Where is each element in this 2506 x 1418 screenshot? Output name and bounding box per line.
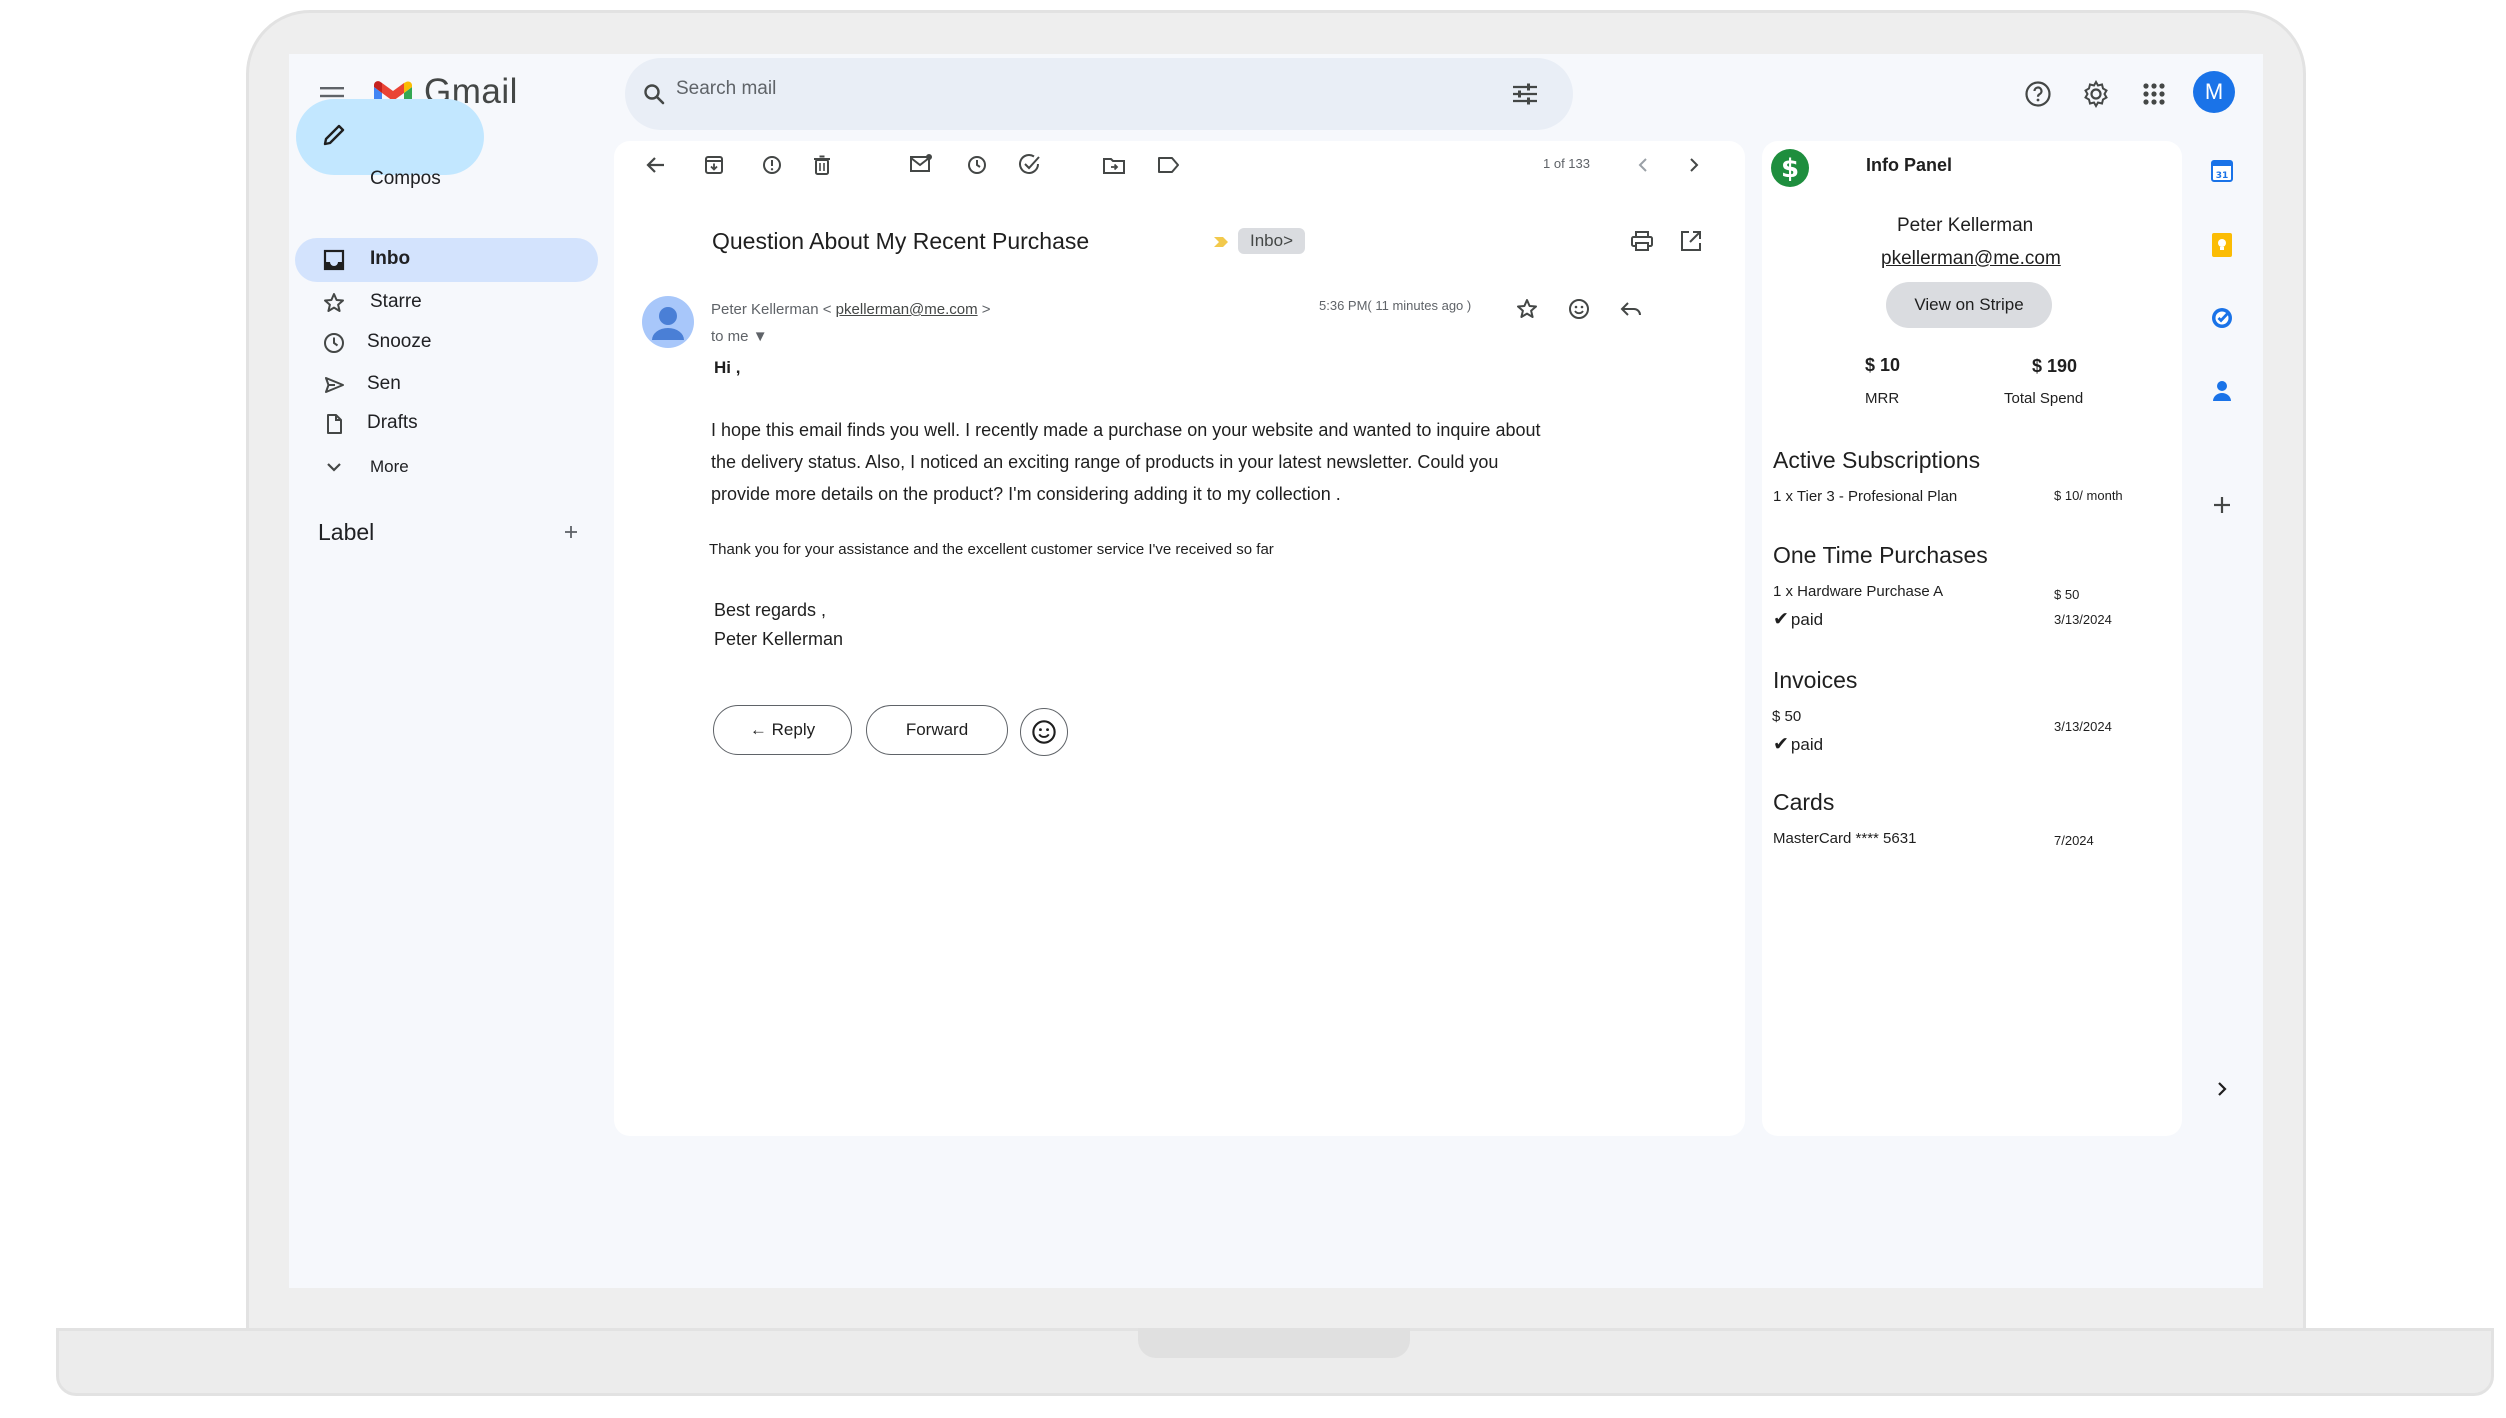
- chevron-right-icon[interactable]: [1682, 152, 1706, 178]
- sender-line: Peter Kellerman < pkellerman@me.com >: [711, 301, 991, 318]
- calendar-app-icon[interactable]: 31: [2207, 156, 2237, 186]
- recipients-label: to me: [711, 328, 749, 345]
- sidebar-item-more[interactable]: More: [370, 457, 409, 477]
- forward-button[interactable]: Forward: [866, 705, 1008, 755]
- view-on-stripe-button[interactable]: View on Stripe: [1886, 282, 2052, 328]
- invoice-amount: $ 50: [1772, 708, 1802, 725]
- back-arrow-icon[interactable]: [643, 152, 669, 178]
- sender-email[interactable]: pkellerman@me.com: [836, 301, 978, 318]
- draft-icon: [321, 411, 347, 437]
- tasks-app-icon[interactable]: [2207, 303, 2237, 333]
- subscription-price: $ 10/ month: [2054, 488, 2123, 503]
- caret-down-icon[interactable]: ▼: [753, 328, 768, 345]
- move-to-folder-icon[interactable]: [1101, 152, 1127, 178]
- active-subscriptions-heading: Active Subscriptions: [1773, 447, 1981, 473]
- email-paragraph-line-3: provide more details on the product? I'm…: [711, 484, 1341, 504]
- customer-name: Peter Kellerman: [1897, 215, 2034, 236]
- help-icon[interactable]: [2022, 78, 2054, 110]
- keep-app-icon[interactable]: [2207, 230, 2237, 260]
- svg-text:31: 31: [2216, 171, 2229, 181]
- subscription-item: 1 x Tier 3 - Profesional Plan: [1773, 488, 1958, 505]
- invoice-status: ✔ paid: [1773, 733, 1823, 756]
- star-message-icon[interactable]: [1514, 296, 1540, 322]
- sender-name: Peter Kellerman: [711, 301, 819, 318]
- reply-arrow-icon[interactable]: [1618, 296, 1644, 322]
- purchase-date: 3/13/2024: [2054, 612, 2112, 627]
- total-spend-value: $ 190: [2032, 356, 2078, 376]
- delete-trash-icon[interactable]: [809, 152, 835, 178]
- sender-avatar: [641, 295, 695, 349]
- search-options-icon[interactable]: [1509, 79, 1541, 109]
- purchase-item: 1 x Hardware Purchase A: [1773, 583, 1944, 600]
- pagination-count: 1 of 133: [1543, 156, 1590, 171]
- email-paragraph-line-1: I hope this email finds you well. I rece…: [711, 420, 1541, 440]
- checkmark-icon: ✔: [1773, 734, 1789, 755]
- cards-heading: Cards: [1773, 789, 1835, 815]
- laptop-notch: [1138, 1328, 1410, 1358]
- svg-text:$: $: [1781, 154, 1799, 184]
- sidebar-item-sent[interactable]: Sen: [367, 373, 401, 395]
- chevron-down-icon: [321, 454, 347, 480]
- invoice-status-label: paid: [1790, 735, 1824, 754]
- card-expiry: 7/2024: [2054, 833, 2094, 848]
- emoji-reaction-button[interactable]: [1020, 708, 1068, 756]
- recipients-line[interactable]: to me ▼: [711, 328, 768, 345]
- one-time-purchases-heading: One Time Purchases: [1773, 542, 1988, 568]
- reply-button[interactable]: ← Reply: [713, 705, 852, 755]
- clock-icon: [321, 330, 347, 356]
- customer-email[interactable]: pkellerman@me.com: [1881, 248, 2061, 270]
- purchase-status: ✔ paid: [1773, 608, 1823, 631]
- inbox-icon: [321, 247, 347, 273]
- screen: Gmail Search mail M Compos Inbo Starre S…: [289, 54, 2263, 1288]
- email-subject: Question About My Recent Purchase: [712, 228, 1090, 254]
- account-avatar[interactable]: M: [2193, 71, 2235, 113]
- mrr-value: $ 10: [1865, 355, 1901, 375]
- report-spam-icon[interactable]: [759, 152, 785, 178]
- search-input[interactable]: Search mail: [676, 78, 776, 100]
- plus-icon[interactable]: [561, 522, 581, 542]
- send-icon: [321, 372, 347, 398]
- archive-icon[interactable]: [701, 152, 727, 178]
- email-thanks-line: Thank you for your assistance and the ex…: [709, 541, 1274, 558]
- labels-heading: Label: [318, 519, 375, 545]
- email-timestamp: 5:36 PM( 11 minutes ago ): [1319, 298, 1472, 313]
- purchase-status-label: paid: [1790, 610, 1824, 629]
- invoices-heading: Invoices: [1773, 667, 1858, 693]
- stripe-dollar-icon: $: [1770, 148, 1810, 188]
- pencil-icon: [319, 120, 349, 150]
- add-task-icon[interactable]: [1016, 151, 1044, 179]
- email-signature: Peter Kellerman: [714, 629, 844, 649]
- print-icon[interactable]: [1628, 227, 1656, 255]
- settings-gear-icon[interactable]: [2080, 78, 2112, 110]
- sidebar-item-drafts[interactable]: Drafts: [367, 412, 418, 434]
- sidebar-item-starred[interactable]: Starre: [370, 291, 422, 313]
- sidebar-item-inbox[interactable]: Inbo: [370, 248, 410, 270]
- star-icon: [321, 290, 347, 316]
- email-paragraph-line-2: the delivery status. Also, I noticed an …: [711, 452, 1499, 472]
- sidebar-item-snoozed[interactable]: Snooze: [367, 331, 431, 353]
- email-signoff: Best regards ,: [714, 600, 827, 620]
- snooze-clock-icon[interactable]: [964, 152, 990, 178]
- importance-marker-icon[interactable]: [1211, 232, 1231, 252]
- purchase-price: $ 50: [2054, 587, 2080, 602]
- apps-grid-icon[interactable]: [2138, 78, 2170, 110]
- mark-unread-icon[interactable]: [907, 150, 935, 176]
- invoice-date: 3/13/2024: [2054, 719, 2112, 734]
- add-addon-plus-icon[interactable]: [2209, 492, 2235, 518]
- checkmark-icon: ✔: [1773, 609, 1789, 630]
- info-panel-title: Info Panel: [1866, 155, 1953, 175]
- mrr-label: MRR: [1865, 390, 1900, 407]
- emoji-react-icon[interactable]: [1566, 296, 1592, 322]
- chevron-left-icon[interactable]: [1631, 152, 1655, 178]
- contacts-app-icon[interactable]: [2207, 376, 2237, 406]
- search-icon[interactable]: [639, 79, 669, 109]
- expand-side-panel-chevron-icon[interactable]: [2211, 1077, 2233, 1101]
- compose-label: Compos: [370, 168, 441, 189]
- card-item: MasterCard **** 5631: [1773, 830, 1917, 847]
- label-tag-icon[interactable]: [1155, 152, 1181, 178]
- email-greeting: Hi ,: [714, 358, 741, 377]
- open-new-window-icon[interactable]: [1677, 227, 1705, 255]
- inbox-label-chip[interactable]: Inbo>: [1238, 228, 1306, 254]
- total-spend-label: Total Spend: [2004, 390, 2084, 407]
